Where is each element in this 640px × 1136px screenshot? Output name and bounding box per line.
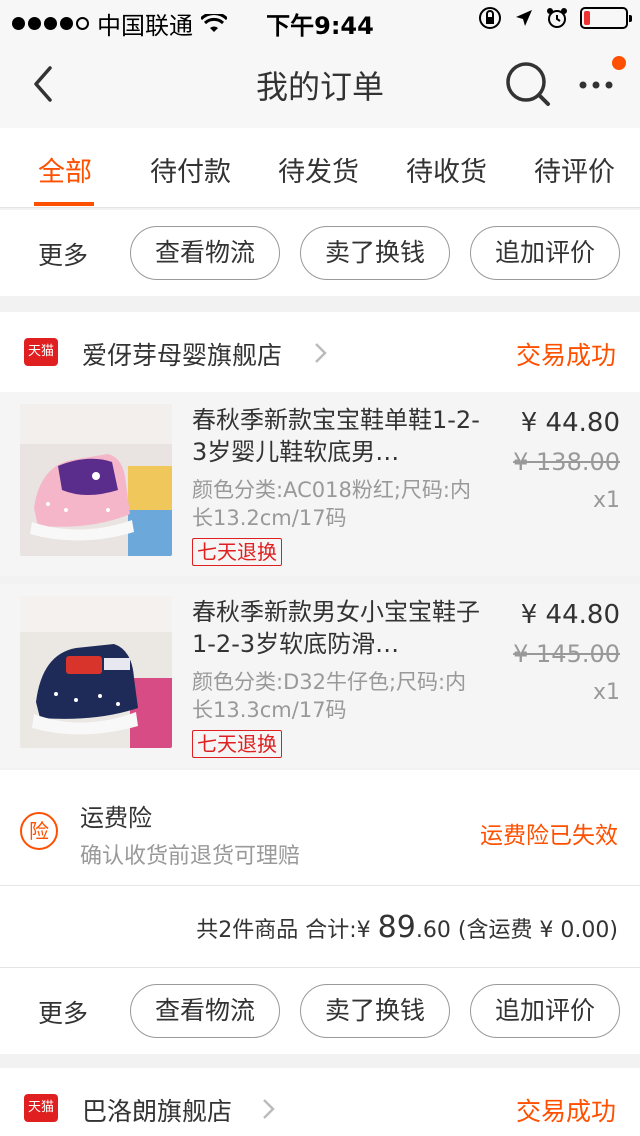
shop-name[interactable]: 爱伢芽母婴旗舰店: [82, 336, 282, 372]
add-review-button[interactable]: 追加评价: [470, 226, 620, 280]
nav-bar: 我的订单: [0, 40, 640, 128]
add-review-button[interactable]: 追加评价: [470, 984, 620, 1038]
status-bar: 中国联通 下午9:44: [0, 0, 640, 40]
product-image: [20, 596, 172, 748]
product-quantity: x1: [592, 488, 620, 513]
battery-level: [584, 11, 590, 25]
tab-active-indicator: [34, 202, 94, 206]
tab-pending-receipt[interactable]: 待收货: [406, 150, 487, 189]
product-price: ¥ 44.80: [520, 600, 620, 630]
tab-pending-review[interactable]: 待评价: [534, 150, 615, 189]
insurance-description: 确认收货前退货可理赔: [80, 844, 301, 869]
search-icon[interactable]: [504, 60, 554, 110]
location-arrow-icon: [516, 10, 532, 26]
resell-button[interactable]: 卖了换钱: [300, 984, 450, 1038]
shop-name[interactable]: 巴洛朗旗舰店: [82, 1092, 232, 1128]
tab-all[interactable]: 全部: [38, 150, 92, 189]
return-policy-badge: 七天退换: [192, 730, 282, 758]
order-status: 交易成功: [515, 1097, 616, 1126]
item-count: 共2件商品: [196, 918, 299, 943]
battery-icon: [580, 7, 632, 29]
order-total: 共2件商品 合计:¥ 89.60 (含运费 ¥ 0.00): [196, 910, 618, 945]
rotation-lock-icon: [479, 7, 501, 29]
product-quantity: x1: [592, 680, 620, 705]
alarm-icon: [547, 8, 567, 28]
product-original-price: ¥ 138.00: [513, 448, 620, 476]
shop-header[interactable]: 天猫 巴洛朗旗舰店 交易成功: [0, 1068, 640, 1136]
tmall-badge-icon: 天猫: [24, 338, 58, 366]
shop-header[interactable]: 天猫 爱伢芽母婴旗舰店 交易成功: [0, 312, 640, 392]
order-actions-row: 更多 查看物流 卖了换钱 追加评价: [0, 968, 640, 1054]
insurance-status: 运费险已失效: [480, 823, 618, 849]
chevron-right-icon: [315, 343, 327, 363]
product-image: [20, 404, 172, 556]
tab-pending-shipment[interactable]: 待发货: [278, 150, 359, 189]
total-decimal: .60: [415, 918, 451, 943]
view-logistics-button[interactable]: 查看物流: [130, 226, 280, 280]
more-button[interactable]: 更多: [38, 236, 88, 272]
order-actions-row: 更多 查看物流 卖了换钱 追加评价: [0, 210, 640, 296]
more-dots-icon[interactable]: [574, 70, 622, 100]
order-item[interactable]: 春秋季新款宝宝鞋单鞋1-2-3岁婴儿鞋软底男… 颜色分类:AC018粉红;尺码:…: [0, 392, 640, 576]
product-title: 春秋季新款男女小宝宝鞋子1-2-3岁软底防滑…: [192, 598, 480, 658]
return-policy-badge: 七天退换: [192, 538, 282, 566]
view-logistics-button[interactable]: 查看物流: [130, 984, 280, 1038]
tab-pending-payment[interactable]: 待付款: [150, 150, 231, 189]
order-status: 交易成功: [515, 341, 616, 370]
chevron-right-icon: [263, 1099, 275, 1119]
product-spec: 颜色分类:D32牛仔色;尺码:内长13.3cm/17码: [192, 670, 467, 722]
total-integer: 89: [377, 910, 416, 945]
shipping-insurance[interactable]: 险 运费险 确认收货前退货可理赔 运费险已失效: [0, 770, 640, 886]
order-summary: 共2件商品 合计:¥ 89.60 (含运费 ¥ 0.00): [0, 886, 640, 968]
product-title: 春秋季新款宝宝鞋单鞋1-2-3岁婴儿鞋软底男…: [192, 406, 480, 466]
insurance-title: 运费险: [80, 804, 152, 832]
resell-button[interactable]: 卖了换钱: [300, 226, 450, 280]
product-spec: 颜色分类:AC018粉红;尺码:内长13.2cm/17码: [192, 478, 471, 530]
insurance-icon: 险: [20, 812, 58, 850]
tmall-badge-icon: 天猫: [24, 1094, 58, 1122]
notification-dot: [612, 56, 626, 70]
status-right: [478, 6, 632, 30]
product-price: ¥ 44.80: [520, 408, 620, 438]
currency-symbol: ¥: [356, 918, 371, 943]
more-button[interactable]: 更多: [38, 994, 88, 1030]
product-original-price: ¥ 145.00: [513, 640, 620, 668]
total-label: 合计:: [305, 918, 357, 943]
shipping-fee: (含运费 ¥ 0.00): [457, 918, 618, 943]
order-tabs: 全部 待付款 待发货 待收货 待评价: [0, 128, 640, 208]
order-item[interactable]: 春秋季新款男女小宝宝鞋子1-2-3岁软底防滑… 颜色分类:D32牛仔色;尺码:内…: [0, 584, 640, 768]
